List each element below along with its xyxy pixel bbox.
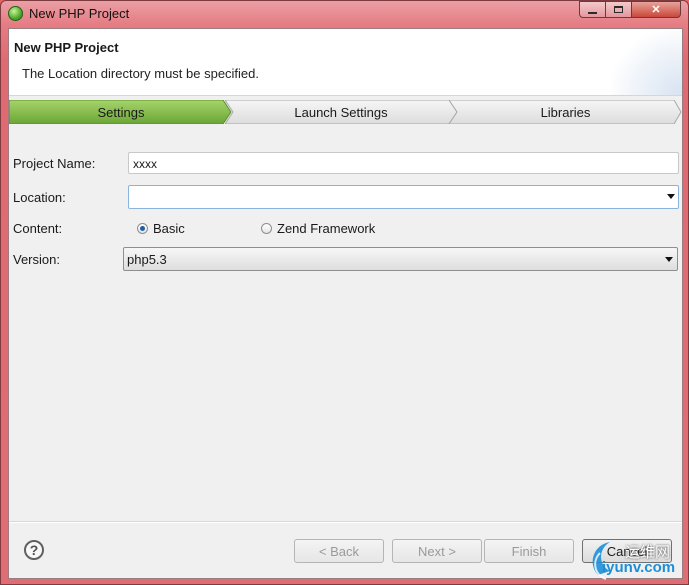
project-name-input[interactable]: xxxx xyxy=(128,152,679,174)
step-libraries[interactable]: Libraries xyxy=(449,100,682,124)
back-button[interactable]: < Back xyxy=(294,539,384,563)
chevron-down-icon[interactable] xyxy=(665,257,673,262)
title-bar[interactable]: New PHP Project ✕ xyxy=(1,1,689,27)
wizard-steps: Settings Launch Settings Libraries xyxy=(9,100,682,125)
radio-zend-framework-label[interactable]: Zend Framework xyxy=(277,221,375,236)
button-bar-separator xyxy=(9,521,682,523)
step-settings-label: Settings xyxy=(97,104,145,120)
version-select[interactable]: php5.3 xyxy=(123,247,678,271)
content-label: Content: xyxy=(13,221,63,236)
project-name-value: xxxx xyxy=(133,157,157,171)
version-value: php5.3 xyxy=(127,252,167,267)
chevron-down-icon[interactable] xyxy=(667,194,675,199)
location-combo[interactable] xyxy=(128,185,679,209)
next-button[interactable]: Next > xyxy=(392,539,482,563)
window-title: New PHP Project xyxy=(29,6,130,21)
step-libraries-label: Libraries xyxy=(540,104,591,120)
watermark-url-text: iyunv.com xyxy=(602,559,676,576)
window-frame: New PHP Project ✕ New PHP Project The Lo… xyxy=(0,0,689,585)
maximize-icon xyxy=(614,6,623,13)
version-label: Version: xyxy=(13,252,60,267)
step-settings[interactable]: Settings xyxy=(9,100,233,124)
eclipse-app-icon xyxy=(8,6,23,21)
step-launch-settings[interactable]: Launch Settings xyxy=(225,100,457,124)
step-launch-settings-label: Launch Settings xyxy=(294,104,388,120)
minimize-icon xyxy=(588,11,597,14)
window-controls: ✕ xyxy=(579,1,681,19)
radio-basic-label[interactable]: Basic xyxy=(153,221,185,236)
radio-basic[interactable] xyxy=(137,223,148,234)
finish-button[interactable]: Finish xyxy=(484,539,574,563)
wizard-header: New PHP Project The Location directory m… xyxy=(9,29,682,96)
minimize-button[interactable] xyxy=(579,1,606,18)
maximize-button[interactable] xyxy=(606,1,632,18)
dialog-client-area: New PHP Project The Location directory m… xyxy=(8,28,683,579)
close-icon: ✕ xyxy=(651,4,661,16)
page-title: New PHP Project xyxy=(14,40,119,55)
page-message: The Location directory must be specified… xyxy=(22,66,260,81)
location-label: Location: xyxy=(13,190,66,205)
project-name-label: Project Name: xyxy=(13,156,96,171)
close-button[interactable]: ✕ xyxy=(632,1,681,18)
radio-zend-framework[interactable] xyxy=(261,223,272,234)
help-icon[interactable]: ? xyxy=(24,540,44,560)
header-banner-image xyxy=(612,29,682,95)
